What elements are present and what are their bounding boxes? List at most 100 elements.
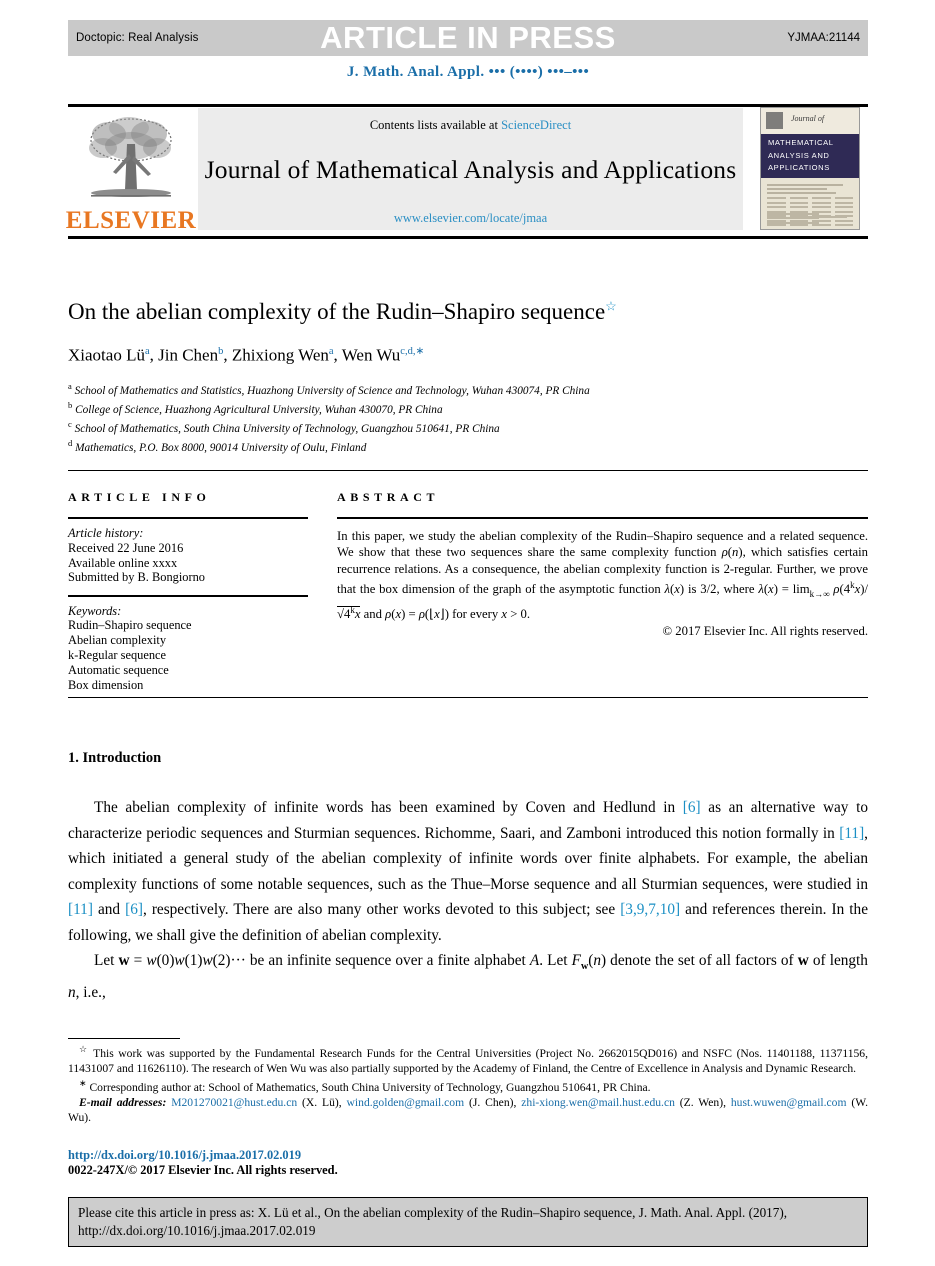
article-title-text: On the abelian complexity of the Rudin–S… [68,299,606,324]
cover-journal-of-label: Journal of [791,114,825,123]
abstract-heading: ABSTRACT [337,490,440,504]
masthead-bottom-rule [68,236,868,239]
elsevier-wordmark: ELSEVIER [65,207,197,234]
cover-elsevier-mark-icon [766,112,783,129]
footnote-funding: ☆ This work was supported by the Fundame… [68,1042,868,1076]
corresponding-author-text: Corresponding author at: School of Mathe… [89,1080,651,1094]
citation-ref[interactable]: [6] [125,901,143,918]
title-footnote-star-icon[interactable]: ☆ [605,298,617,313]
journal-cover-thumbnail: Journal of MATHEMATICAL ANALYSIS AND APP… [760,107,860,230]
elsevier-logo: ELSEVIER [65,105,197,234]
doi-link[interactable]: http://dx.doi.org/10.1016/j.jmaa.2017.02… [68,1148,301,1163]
author-affil-mark[interactable]: c,d,∗ [400,346,424,357]
author-affil-mark[interactable]: a [329,346,334,357]
affiliation-text: Mathematics, P.O. Box 8000, 90014 Univer… [75,441,367,454]
citation-ref[interactable]: [6] [683,799,701,816]
footnote-corresponding: ∗ Corresponding author at: School of Mat… [68,1076,868,1095]
article-code-label: YJMAA:21144 [787,32,860,44]
cover-footer-lines [767,212,853,227]
keyword-item: k-Regular sequence [68,648,167,663]
funding-footnote-text: This work was supported by the Fundament… [68,1046,868,1075]
paragraph-1: The abelian complexity of infinite words… [68,795,868,948]
email-link[interactable]: M201270021@hust.edu.cn [171,1096,297,1109]
affiliation-text: School of Mathematics and Statistics, Hu… [74,384,590,397]
affiliation-item: b College of Science, Huazhong Agricultu… [68,398,868,417]
journal-masthead: ELSEVIER Contents lists available at Sci… [65,105,868,234]
elsevier-tree-icon [89,117,172,197]
cite-this-article-box: Please cite this article in press as: X.… [68,1197,868,1247]
section-heading-introduction: 1. Introduction [68,750,162,766]
keyword-item: Abelian complexity [68,633,167,648]
citation-ref[interactable]: [3,9,7,10] [620,901,680,918]
affiliation-text: College of Science, Huazhong Agricultura… [75,403,443,416]
abstract-copyright: © 2017 Elsevier Inc. All rights reserved… [662,624,868,639]
cover-title-band: MATHEMATICAL ANALYSIS AND APPLICATIONS [761,134,859,178]
footnote-block: ☆ This work was supported by the Fundame… [68,1042,868,1125]
email-owner: (Z. Wen) [679,1096,724,1109]
email-link[interactable]: hust.wuwen@gmail.com [731,1096,847,1109]
affiliation-mark: d [68,437,73,448]
affiliation-list: a School of Mathematics and Statistics, … [68,379,868,455]
affiliation-item: d Mathematics, P.O. Box 8000, 90014 Univ… [68,436,868,455]
keywords-block: Keywords: Rudin–Shapiro sequence Abelian… [68,597,308,693]
keyword-item: Rudin–Shapiro sequence [68,618,192,633]
page-title: On the abelian complexity of the Rudin–S… [68,298,868,327]
info-section-bottom-rule [68,697,868,698]
citation-ref[interactable]: [11] [839,825,864,842]
journal-url-link[interactable]: www.elsevier.com/locate/jmaa [198,211,743,226]
citation-ref[interactable]: [11] [68,901,93,918]
issn-copyright-line: 0022-247X/© 2017 Elsevier Inc. All right… [68,1163,338,1177]
masthead-center-panel: Contents lists available at ScienceDirec… [198,108,743,230]
footnote-emails: E-mail addresses: M201270021@hust.edu.cn… [68,1096,869,1125]
cite-this-article-text: Please cite this article in press as: X.… [78,1205,788,1238]
funding-footnote-mark-icon: ☆ [79,1044,89,1054]
affiliation-mark: c [68,418,72,429]
email-owner: (X. Lü) [302,1096,339,1109]
article-history-item: Received 22 June 2016 [68,540,184,555]
article-history-block: Article history: Received 22 June 2016 A… [68,519,308,585]
affiliation-mark: a [68,381,72,391]
author-name: Jin Chen [158,345,219,365]
author-affil-mark[interactable]: a [145,346,150,357]
cover-sciencedirect-mark-icon [795,215,847,218]
author-name: Xiaotao Lü [68,345,145,365]
article-history-item: Available online xxxx [68,555,178,570]
journal-running-head: J. Math. Anal. Appl. ••• (••••) •••–••• [346,64,590,80]
sciencedirect-link[interactable]: ScienceDirect [501,118,571,132]
affiliation-text: School of Mathematics, South China Unive… [74,422,500,435]
email-owner: (J. Chen) [469,1096,514,1109]
affiliation-item: a School of Mathematics and Statistics, … [68,379,868,398]
email-link[interactable]: zhi-xiong.wen@mail.hust.edu.cn [521,1096,675,1109]
affiliation-item: c School of Mathematics, South China Uni… [68,417,868,436]
author-list: Xiaotao Lüa, Jin Chenb, Zhixiong Wena, W… [68,345,425,365]
article-info-column: ARTICLE INFO Article history: Received 2… [68,490,308,692]
para1-part-d: and [92,901,126,918]
author-name: Zhixiong Wen [231,345,329,365]
para1-part-a: The abelian complexity of infinite words… [94,799,683,816]
info-section-top-rule [68,470,868,471]
affiliation-mark: b [68,399,73,410]
article-info-heading: ARTICLE INFO [68,490,211,504]
cover-band-line-1: MATHEMATICAL [768,138,834,147]
article-history-label: Article history: [68,526,144,540]
keywords-label: Keywords: [68,603,122,618]
abstract-column: ABSTRACT In this paper, we study the abe… [337,490,868,639]
contents-available-line: Contents lists available at ScienceDirec… [198,118,743,133]
abstract-text: In this paper, we study the abelian comp… [337,529,868,622]
keyword-item: Automatic sequence [68,662,169,677]
journal-title: Journal of Mathematical Analysis and App… [204,155,737,184]
cover-top-strip: Journal of [761,108,859,134]
contents-prefix-text: Contents lists available at [369,118,502,132]
body-content: The abelian complexity of infinite words… [68,795,868,1005]
footnote-separator-rule [68,1038,180,1039]
article-history-item: Submitted by B. Bongiorno [68,570,205,585]
corresponding-author-mark-icon: ∗ [79,1078,87,1089]
article-in-press-bar: Doctopic: Real Analysis ARTICLE IN PRESS… [68,20,868,56]
article-first-page: Doctopic: Real Analysis ARTICLE IN PRESS… [0,0,935,1266]
author-affil-mark[interactable]: b [218,346,223,357]
keyword-item: Box dimension [68,677,144,692]
email-link[interactable]: wind.golden@gmail.com [347,1096,465,1109]
email-addresses-label: E-mail addresses: [79,1096,167,1109]
cover-band-line-2: ANALYSIS AND [768,150,830,160]
para1-part-e: , respectively. There are also many othe… [142,901,621,918]
